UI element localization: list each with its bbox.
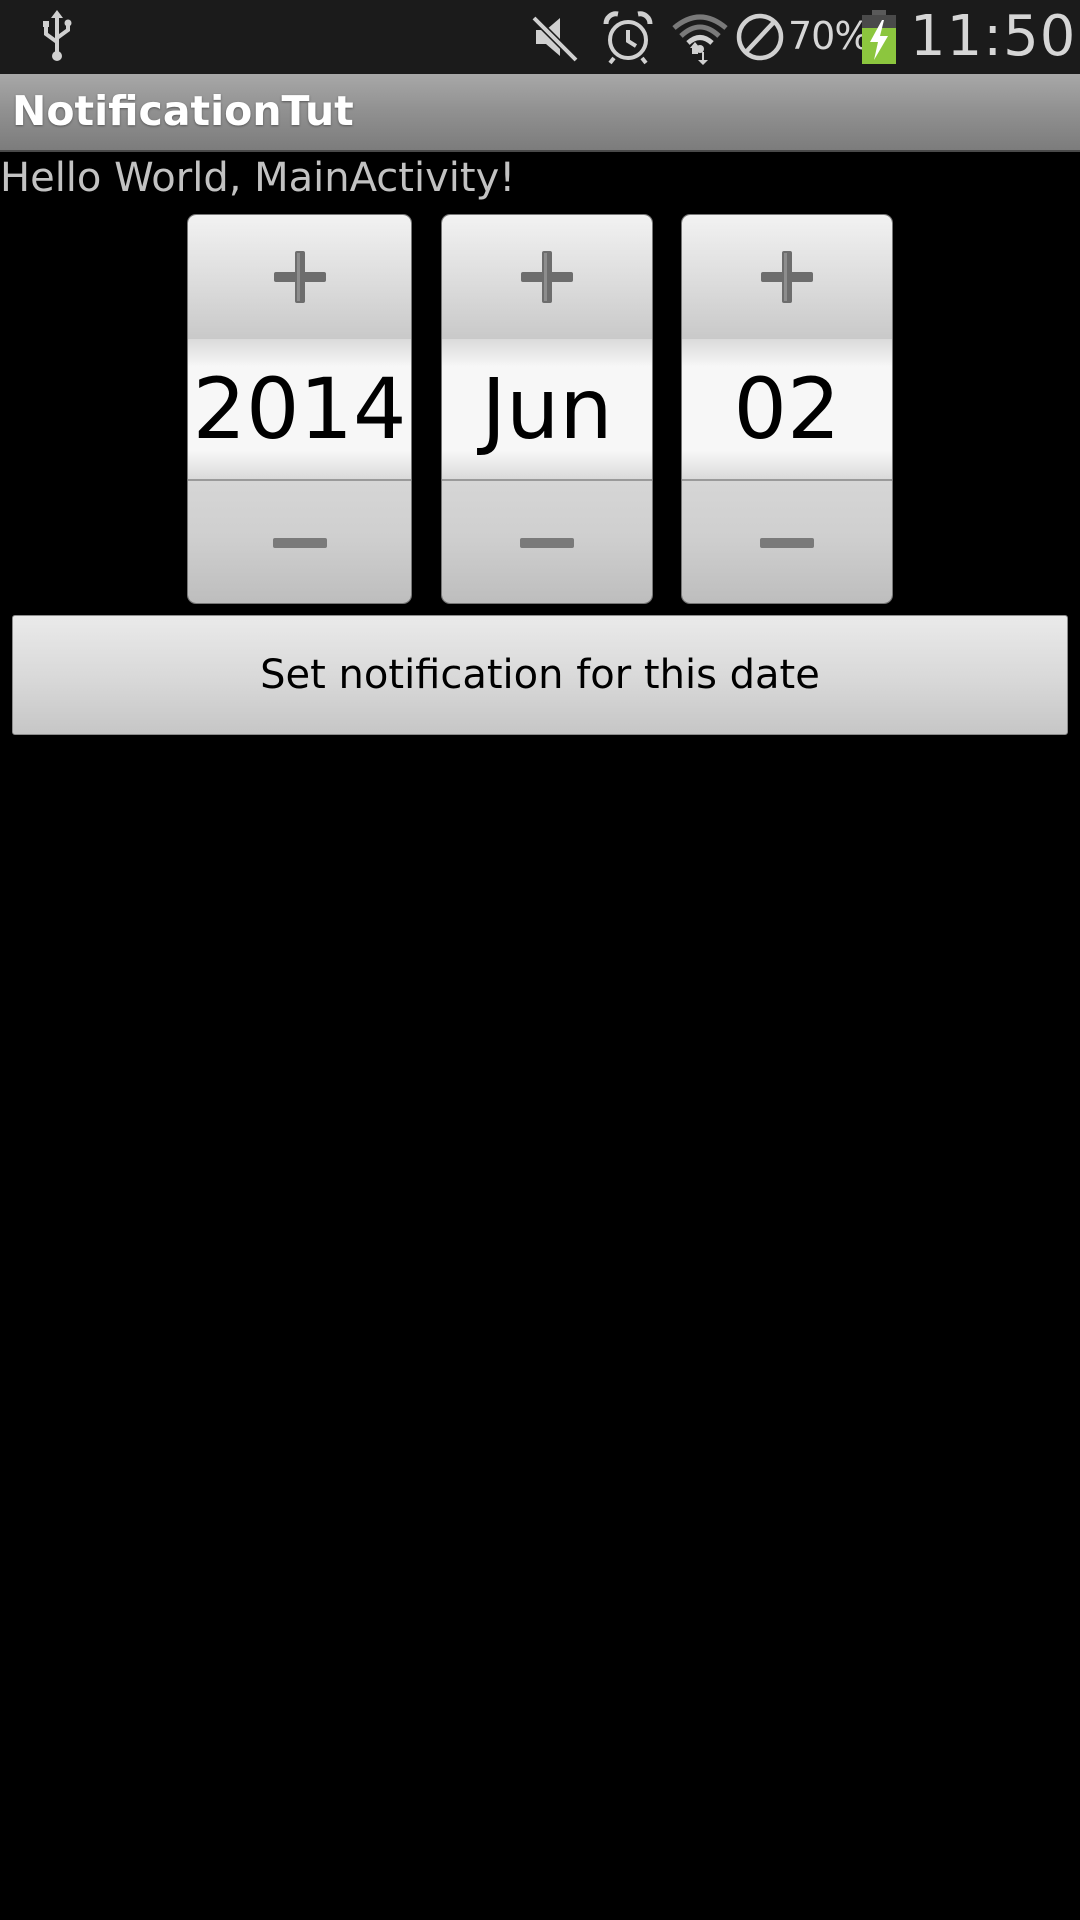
year-increment-button[interactable] — [188, 215, 411, 341]
minus-icon — [760, 538, 814, 548]
clock: 11:50 — [910, 4, 1077, 69]
minus-icon — [272, 538, 327, 548]
status-bar: 70% 11:50 — [0, 0, 1080, 74]
month-value[interactable]: Jun — [442, 339, 652, 479]
plus-icon — [521, 251, 573, 303]
day-decrement-button[interactable] — [682, 479, 892, 603]
battery-charging-icon — [862, 10, 896, 64]
set-notification-button[interactable]: Set notification for this date — [12, 615, 1068, 735]
no-signal-icon — [736, 13, 784, 61]
month-decrement-button[interactable] — [442, 479, 652, 603]
day-picker: 02 — [682, 215, 892, 603]
minus-icon — [520, 538, 574, 548]
day-value[interactable]: 02 — [682, 339, 892, 479]
mute-icon — [531, 15, 579, 63]
year-picker: 2014 — [188, 215, 411, 603]
plus-icon — [273, 251, 326, 303]
day-increment-button[interactable] — [682, 215, 892, 341]
year-value[interactable]: 2014 — [188, 339, 411, 479]
action-bar: NotificationTut — [0, 74, 1080, 152]
alarm-icon — [603, 11, 653, 65]
wifi-icon — [672, 14, 728, 65]
month-picker: Jun — [442, 215, 652, 603]
plus-icon — [761, 251, 813, 303]
app-title: NotificationTut — [12, 87, 354, 135]
hello-text: Hello World, MainActivity! — [0, 155, 516, 201]
year-decrement-button[interactable] — [188, 479, 411, 603]
month-increment-button[interactable] — [442, 215, 652, 341]
usb-icon — [43, 10, 72, 61]
screen: 70% 11:50 NotificationTut Hello World, M… — [0, 0, 1080, 1920]
